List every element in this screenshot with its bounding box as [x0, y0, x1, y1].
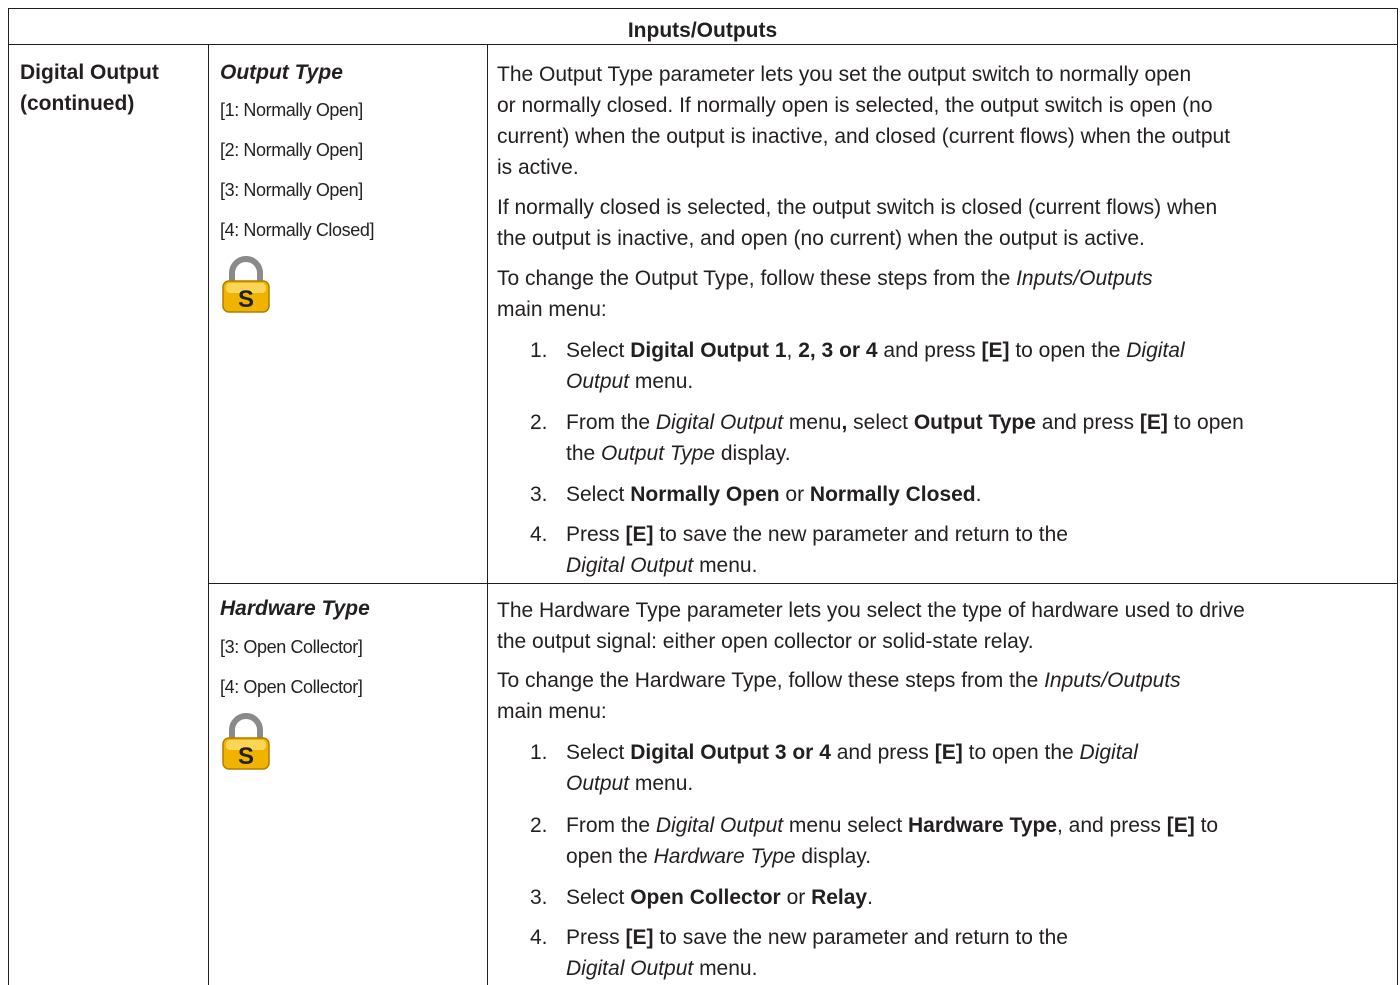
lock-icon: S: [222, 713, 270, 770]
description-line: or normally closed. If normally open is …: [497, 94, 1213, 117]
step-text: Digital Output menu.: [566, 554, 758, 577]
column-divider-2: [487, 44, 488, 985]
section-title-line2: (continued): [20, 92, 135, 115]
description-line: If normally closed is selected, the outp…: [497, 196, 1218, 219]
description-line: The Output Type parameter lets you set t…: [497, 63, 1192, 86]
step-text: Select Digital Output 3 or 4 and press […: [566, 741, 1138, 764]
step-text: Select Open Collector or Relay.: [566, 886, 873, 909]
step-number: 2.: [530, 814, 548, 837]
step-text: Output menu.: [566, 370, 694, 393]
description-line: current) when the output is inactive, an…: [497, 125, 1231, 148]
section-title-line1: Digital Output: [20, 61, 159, 84]
column-divider-1: [208, 44, 209, 985]
instructions-intro: main menu:: [497, 700, 607, 723]
option-value: [3: Open Collector]: [220, 637, 363, 657]
table-header: Inputs/Outputs: [627, 19, 778, 42]
header-bottom-border: [8, 44, 1397, 45]
lock-letter: S: [238, 286, 254, 313]
step-number: 3.: [530, 483, 548, 506]
param-title-output-type: Output Type: [220, 61, 343, 84]
step-number: 4.: [530, 523, 548, 546]
step-text: Press [E] to save the new parameter and …: [566, 926, 1068, 949]
table-top-border: [8, 8, 1397, 9]
description-line: the output is inactive, and open (no cur…: [497, 227, 1145, 250]
description-line: The Hardware Type parameter lets you sel…: [497, 599, 1245, 622]
lock-icon: S: [222, 256, 270, 313]
option-value: [1: Normally Open]: [220, 100, 363, 120]
step-number: 1.: [530, 741, 548, 764]
row-divider: [208, 583, 1397, 584]
option-value: [4: Open Collector]: [220, 677, 363, 697]
instructions-intro: main menu:: [497, 298, 607, 321]
step-text: Select Normally Open or Normally Closed.: [566, 483, 982, 506]
option-value: [3: Normally Open]: [220, 180, 363, 200]
option-value: [4: Normally Closed]: [220, 220, 375, 240]
description-line: is active.: [497, 156, 579, 179]
step-text: Select Digital Output 1, 2, 3 or 4 and p…: [566, 339, 1185, 362]
step-number: 2.: [530, 411, 548, 434]
option-value: [2: Normally Open]: [220, 140, 363, 160]
step-text: Press [E] to save the new parameter and …: [566, 523, 1068, 546]
table-right-border: [1397, 8, 1398, 985]
instructions-intro: To change the Output Type, follow these …: [497, 267, 1153, 290]
instructions-intro: To change the Hardware Type, follow thes…: [497, 669, 1181, 692]
step-text: Digital Output menu.: [566, 957, 758, 980]
step-text: From the Digital Output menu, select Out…: [566, 411, 1244, 434]
step-text: the Output Type display.: [566, 442, 791, 465]
step-text: From the Digital Output menu select Hard…: [566, 814, 1219, 837]
table-left-border: [8, 8, 9, 985]
description-line: the output signal: either open collector…: [497, 630, 1034, 653]
step-text: open the Hardware Type display.: [566, 845, 872, 868]
param-title-hardware-type: Hardware Type: [220, 597, 370, 620]
step-number: 1.: [530, 339, 548, 362]
step-text: Output menu.: [566, 772, 694, 795]
lock-letter: S: [238, 743, 254, 770]
step-number: 4.: [530, 926, 548, 949]
step-number: 3.: [530, 886, 548, 909]
